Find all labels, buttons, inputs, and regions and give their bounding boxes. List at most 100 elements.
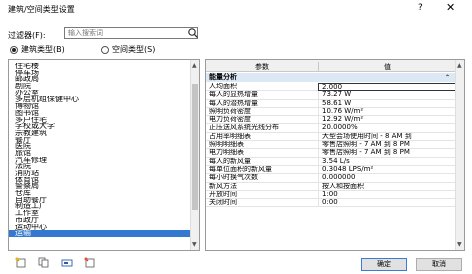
filter-input[interactable]: 输入搜索词 <box>64 27 198 39</box>
param-value[interactable]: 12.92 W/m² <box>318 116 456 125</box>
param-value[interactable]: 58.61 W <box>318 99 456 108</box>
delete-icon[interactable] <box>84 257 96 268</box>
table-row: 关闭时间 0:00 <box>206 199 456 208</box>
param-value[interactable]: 大型会场使用时间 - 8 AM 到 <box>318 132 456 142</box>
radio-unchecked-icon[interactable] <box>101 45 109 54</box>
list-item[interactable]: 制造工厂 <box>9 203 191 210</box>
list-item[interactable]: 医院 <box>9 143 191 150</box>
list-item[interactable]: 法院 <box>9 163 191 170</box>
param-value[interactable]: 0.3048 LPS/m² <box>318 165 456 175</box>
rename-icon[interactable] <box>61 257 73 268</box>
grid-scrollbar[interactable]: ▲ ▼ <box>455 60 464 250</box>
scroll-up-icon[interactable]: ▲ <box>192 62 197 69</box>
new-type-icon[interactable] <box>15 257 27 268</box>
list-item[interactable]: 多层机组保健中心 <box>9 96 191 103</box>
param-name: 电力明细表 <box>209 149 244 157</box>
value-column-header: 值 <box>318 62 456 72</box>
list-item[interactable]: 警察局 <box>9 183 191 190</box>
building-type-list[interactable]: 住宅楼 停车场 邮政局 剧院 办公室 多层机组保健中心 博物馆 图书馆 多户住宅 学校或大学 宗教建… <box>8 59 200 251</box>
list-item[interactable]: 运动中心 <box>9 224 191 231</box>
list-item[interactable]: 汽车修理 <box>9 157 191 164</box>
table-row: 新风方法 按人和按面积 <box>206 182 456 191</box>
param-name: 新风方法 <box>209 182 237 190</box>
list-item[interactable]: 学校或大学 <box>9 123 191 130</box>
param-name: 每小时换气次数 <box>209 174 258 182</box>
table-row: 每人的新风量 3.54 L/s <box>206 157 456 166</box>
param-value[interactable]: 零售店照明 - 7 AM 到 8 PM <box>318 141 456 150</box>
list-item[interactable]: 办公室 <box>9 90 191 97</box>
param-value[interactable]: 2.000 <box>318 83 456 92</box>
close-button[interactable]: ✕ <box>446 1 455 14</box>
scroll-down-icon[interactable]: ▼ <box>192 241 197 248</box>
table-row: 电力明细表 零售店照明 - 7 AM 到 8 PM <box>206 149 456 158</box>
param-value[interactable]: 73.27 W <box>318 91 456 100</box>
list-item[interactable]: 体育馆 <box>9 177 191 184</box>
param-name: 照明负荷密度 <box>209 107 251 115</box>
param-name: 照明明细表 <box>209 141 244 149</box>
list-item[interactable]: 消防站 <box>9 170 191 177</box>
param-value[interactable]: 3.54 L/s <box>318 157 456 166</box>
table-row: 每人的显热增量 73.27 W <box>206 91 456 100</box>
duplicate-icon[interactable] <box>38 257 50 268</box>
param-name: 每单位面积的新风量 <box>209 165 272 173</box>
list-item[interactable]: 住宅楼 <box>9 63 191 70</box>
list-item[interactable]: 剧院 <box>9 83 191 90</box>
list-item[interactable]: 邮政局 <box>9 76 191 83</box>
param-value[interactable]: 10.76 W/m² <box>318 107 456 117</box>
param-name: 每人的潜热增量 <box>209 99 258 107</box>
collapse-icon[interactable]: ⌃ <box>445 73 450 82</box>
table-row: 占用率明细表 大型会场使用时间 - 8 AM 到 <box>206 132 456 142</box>
energy-analysis-group[interactable]: 能量分析 ⌃ <box>206 73 456 82</box>
list-item[interactable]: 停车场 <box>9 70 191 77</box>
list-item[interactable]: 多户住宅 <box>9 117 191 124</box>
list-item[interactable]: 博物馆 <box>9 103 191 110</box>
list-item[interactable]: 市政厅 <box>9 217 191 224</box>
group-label: 能量分析 <box>209 73 237 81</box>
param-name: 人均面积 <box>209 83 237 90</box>
list-scrollbar[interactable]: ▲ ▼ <box>190 60 199 250</box>
list-item[interactable]: 运输 <box>9 230 191 237</box>
search-icon[interactable] <box>187 27 199 39</box>
space-type-radio[interactable]: 空间类型(S) <box>101 44 155 55</box>
param-name: 每人的显热增量 <box>209 91 258 99</box>
scroll-down-icon[interactable]: ▼ <box>457 241 462 248</box>
param-value[interactable]: 零售店照明 - 7 AM 到 8 PM <box>318 149 456 158</box>
scroll-up-icon[interactable]: ▲ <box>457 62 462 69</box>
list-item[interactable]: 工作室 <box>9 210 191 217</box>
building-type-items: 住宅楼 停车场 邮政局 剧院 办公室 多层机组保健中心 博物馆 图书馆 多户住宅 学校或大学 宗教建… <box>9 63 191 237</box>
help-button[interactable]: ? <box>418 3 423 13</box>
param-value[interactable]: 0:00 <box>318 199 456 208</box>
param-name: 关闭时间 <box>209 199 237 207</box>
list-item[interactable]: 宗教建筑 <box>9 130 191 137</box>
list-item[interactable]: 旅馆 <box>9 150 191 157</box>
dialog-title: 建筑/空间类型设置 <box>8 5 75 14</box>
table-row: 照明明细表 零售店照明 - 7 AM 到 8 PM <box>206 141 456 150</box>
table-row: 正压送风系统光线分布 20.0000% <box>206 124 456 133</box>
cancel-button[interactable]: 取消 <box>416 258 462 271</box>
param-value[interactable]: 1:00 <box>318 190 456 200</box>
param-name: 每人的新风量 <box>209 157 251 165</box>
ok-button[interactable]: 确定 <box>361 258 407 271</box>
list-item[interactable]: 图书馆 <box>9 110 191 117</box>
table-row: 每人的潜热增量 58.61 W <box>206 99 456 108</box>
parameter-rows: 人均面积 2.000 每人的显热增量 73.27 W 每人的潜热增量 58.61 W 照明负… <box>206 83 456 208</box>
building-type-radio-label: 建筑类型(B) <box>21 45 65 54</box>
building-space-type-dialog: 建筑/空间类型设置 ? ✕ 过滤器(F): 输入搜索词 建筑类型(B) 空间类型… <box>0 0 472 274</box>
list-item[interactable]: 餐厅 <box>9 137 191 144</box>
list-item[interactable]: 自助餐厅 <box>9 197 191 204</box>
param-name: 开放时间 <box>209 190 237 198</box>
table-row: 开放时间 1:00 <box>206 190 456 200</box>
table-row: 每单位面积的新风量 0.3048 LPS/m² <box>206 165 456 175</box>
radio-checked-icon[interactable] <box>10 45 18 54</box>
table-row: 每小时换气次数 0.000000 <box>206 174 456 183</box>
param-name: 电力负荷密度 <box>209 116 251 124</box>
table-row: 电力负荷密度 12.92 W/m² <box>206 116 456 125</box>
scroll-thumb[interactable] <box>192 84 198 210</box>
list-item[interactable]: 仓库 <box>9 190 191 197</box>
table-row: 照明负荷密度 10.76 W/m² <box>206 107 456 117</box>
param-column-header: 参数 <box>255 63 269 71</box>
param-value[interactable]: 按人和按面积 <box>318 182 456 191</box>
building-type-radio[interactable]: 建筑类型(B) <box>10 44 65 55</box>
param-value[interactable]: 0.000000 <box>318 174 456 183</box>
param-value[interactable]: 20.0000% <box>318 124 456 133</box>
